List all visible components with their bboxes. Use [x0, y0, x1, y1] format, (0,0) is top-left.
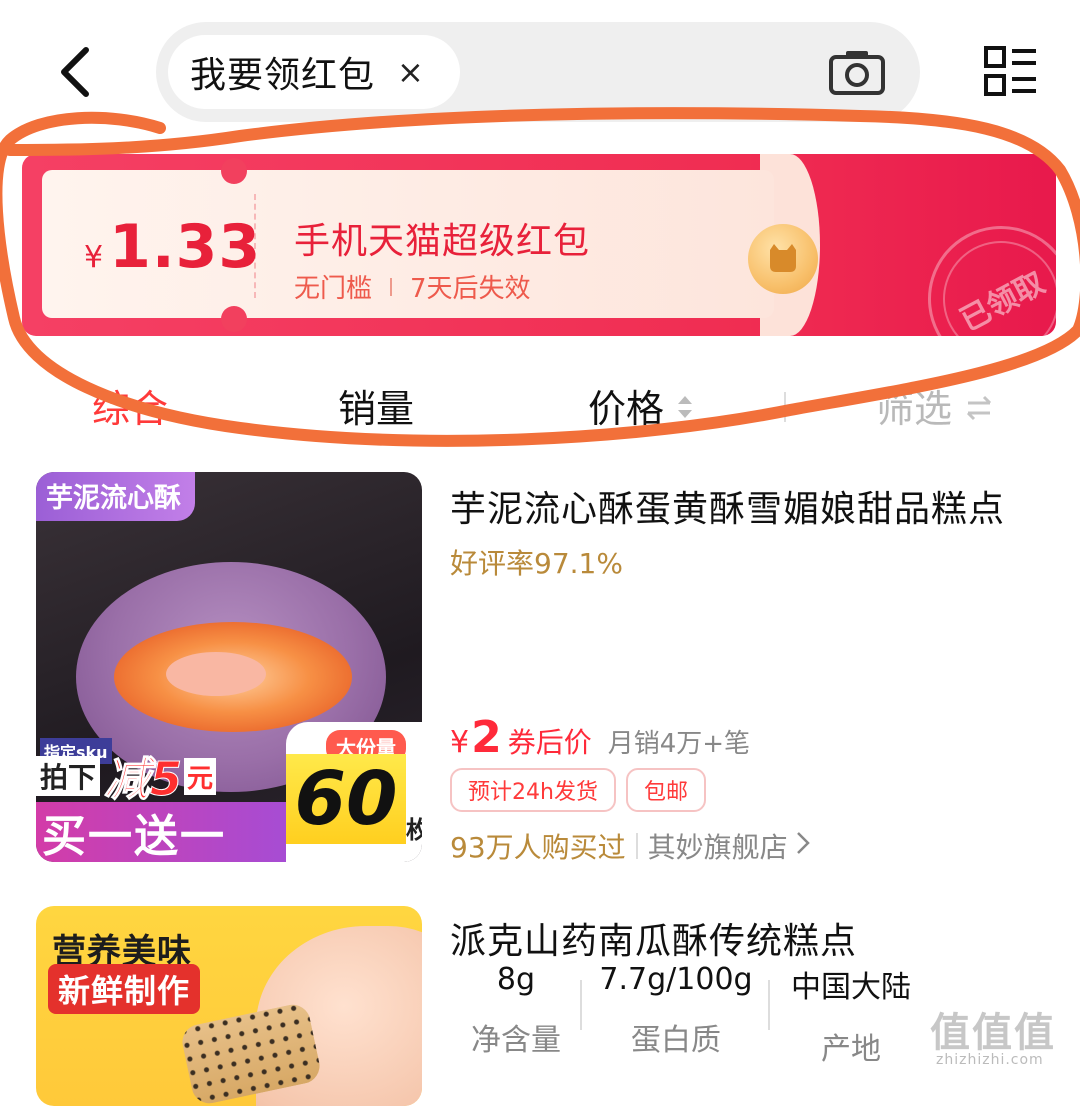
- claimed-stamp-text: 已领取: [954, 265, 1051, 336]
- spec-key: 净含量: [471, 1023, 561, 1058]
- camera-search-button[interactable]: [828, 48, 886, 96]
- list-view-button[interactable]: [984, 46, 1036, 96]
- image-quantity-tag: 大份量 60 枚: [286, 722, 422, 862]
- image-promo-a: 拍下: [36, 756, 101, 796]
- product-title[interactable]: 派克山药南瓜酥传统糕点: [450, 912, 857, 964]
- back-button[interactable]: [52, 44, 102, 100]
- image-promo-c: 元: [184, 757, 217, 795]
- tmall-cat-icon: [748, 224, 818, 294]
- coupon-expiry: 7天后失效: [410, 274, 531, 304]
- product-image[interactable]: 芋泥流心酥 指定sku 拍下 减5 元 买一送一 大份量 60 枚: [36, 472, 422, 862]
- sort-tab-sales[interactable]: 销量: [338, 378, 414, 433]
- spec-origin: 中国大陆 产地: [776, 962, 926, 1068]
- search-bar[interactable]: 我要领红包 ×: [156, 22, 920, 122]
- coupon-amount-value: 1.33: [109, 212, 262, 282]
- spec-value: 8g: [496, 962, 536, 997]
- spec-key: 蛋白质: [631, 1023, 721, 1058]
- coupon-condition-separator: [390, 277, 393, 296]
- spec-key: 产地: [821, 1032, 881, 1067]
- chevron-right-icon[interactable]: [796, 831, 810, 862]
- product-image[interactable]: 营养美味 新鲜制作: [36, 906, 422, 1106]
- product-tags: 预计24h发货 包邮: [450, 768, 716, 812]
- store-link[interactable]: 其妙旗舰店: [648, 826, 788, 866]
- coupon-currency: ¥: [84, 240, 104, 275]
- price-label: 券后价: [507, 726, 592, 759]
- search-query-chip[interactable]: 我要领红包 ×: [168, 35, 460, 109]
- sort-tab-price-label: 价格: [588, 387, 665, 431]
- spec-separator: [768, 980, 770, 1030]
- filter-icon: [967, 395, 992, 421]
- spec-value: 中国大陆: [791, 970, 911, 1005]
- coupon-notch-top: [221, 158, 247, 184]
- spec-net-weight: 8g 净含量: [456, 962, 576, 1059]
- pastry-core: [166, 652, 266, 696]
- search-query-text: 我要领红包: [190, 55, 376, 96]
- list-view-icon: [984, 46, 1036, 96]
- clear-query-icon[interactable]: ×: [397, 53, 424, 91]
- claimed-stamp: 已领取: [902, 200, 1056, 336]
- image-promo-discount: 拍下 减5 元: [36, 752, 217, 807]
- coupon-title: 手机天猫超级红包: [294, 221, 591, 262]
- image-promo-strip: 买一送一: [36, 802, 312, 862]
- coupon-body: ¥ 1.33 手机天猫超级红包 无门槛 7天后失效: [42, 170, 774, 318]
- monthly-sales: 月销4万+笔: [607, 729, 751, 759]
- filter-label: 筛选: [876, 387, 953, 431]
- sort-tab-price[interactable]: 价格: [588, 378, 694, 433]
- watermark-logo: 值值值: [930, 1010, 1056, 1056]
- product-meta-row: 93万人购买过 其妙旗舰店: [450, 826, 810, 866]
- product-price-row: ¥ 2 券后价 月销4万+笔: [450, 712, 750, 763]
- sort-tab-general[interactable]: 综合: [92, 378, 168, 433]
- filter-button[interactable]: 筛选: [876, 378, 994, 433]
- chevron-left-icon: [61, 47, 89, 97]
- shipping-tag: 预计24h发货: [450, 768, 616, 812]
- image-badge: 芋泥流心酥: [36, 472, 195, 521]
- free-shipping-tag: 包邮: [625, 768, 706, 812]
- spec-protein: 7.7g/100g 蛋白质: [594, 962, 758, 1059]
- product-rating: 好评率97.1%: [450, 547, 623, 580]
- image-badge-secondary: 新鲜制作: [48, 964, 201, 1014]
- coupon-conditions: 无门槛 7天后失效: [294, 268, 531, 305]
- image-quantity-unit: 枚: [406, 816, 422, 844]
- sort-divider: [784, 392, 786, 422]
- buyer-count: 93万人购买过: [450, 831, 626, 864]
- camera-icon: [829, 51, 885, 95]
- meta-separator: [635, 833, 638, 859]
- spec-separator: [580, 980, 582, 1030]
- coupon-threshold: 无门槛: [294, 274, 373, 304]
- price-value: 2: [471, 712, 502, 763]
- red-packet-coupon[interactable]: ¥ 1.33 手机天猫超级红包 无门槛 7天后失效 已领取: [22, 154, 1056, 336]
- product-title[interactable]: 芋泥流心酥蛋黄酥雪媚娘甜品糕点: [450, 480, 1005, 532]
- coupon-notch-bottom: [221, 306, 247, 332]
- price-currency: ¥: [450, 725, 470, 760]
- sort-toggle-icon: [678, 396, 693, 418]
- coupon-amount: ¥ 1.33: [84, 212, 261, 282]
- image-quantity-number: 60: [286, 754, 406, 844]
- watermark-url: zhizhizhi.com: [936, 1052, 1044, 1068]
- spec-value: 7.7g/100g: [599, 962, 753, 997]
